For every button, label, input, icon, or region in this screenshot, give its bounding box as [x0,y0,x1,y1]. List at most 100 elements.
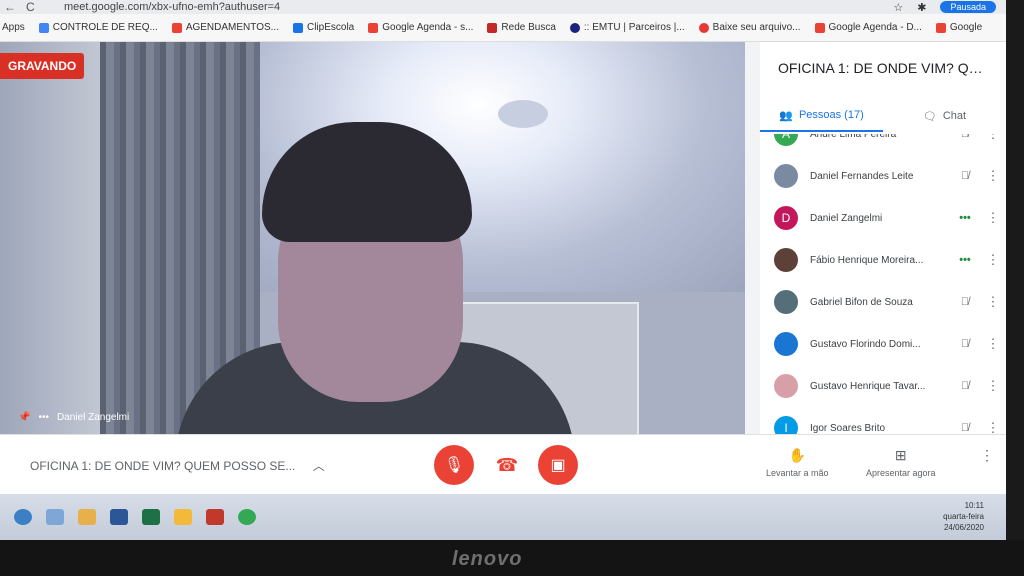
more-vert-icon[interactable]: ⋮ [980,294,1006,310]
more-vert-icon[interactable]: ⋮ [980,378,1006,394]
media-icon[interactable] [206,509,224,525]
chrome-icon[interactable] [238,509,256,525]
bookmark-item[interactable]: :: EMTU | Parceiros |... [569,22,685,33]
ceiling-lamp [498,100,548,128]
bookmarks-bar: Apps CONTROLE DE REQ... AGENDAMENTOS... … [0,14,1006,42]
meeting-title: OFICINA 1: DE ONDE VIM? QUEM POSSO SE... [30,459,296,473]
participant-name: Gabriel Bifon de Souza [810,296,913,308]
participant-row[interactable]: A Andre Lima Pereira 🎙̸⋮ [760,134,1006,155]
reload-button[interactable]: C [26,0,35,14]
tab-people[interactable]: 👥 Pessoas (17) [760,100,883,132]
more-vert-icon[interactable]: ⋮ [980,168,1006,184]
avatar [774,374,798,398]
participant-name: Andre Lima Pereira [810,134,897,140]
participant-name: Fábio Henrique Moreira... [810,254,924,266]
more-vert-icon[interactable]: ⋮ [980,210,1006,226]
participant-row[interactable]: Fábio Henrique Moreira... ••• ⋮ [760,239,1006,281]
mic-toggle-button[interactable]: 🎙 [434,445,474,485]
explorer-icon[interactable] [78,509,96,525]
participant-row[interactable]: D Daniel Zangelmi ••• ⋮ [760,197,1006,239]
ie-icon[interactable] [46,509,64,525]
emtu-icon [569,22,580,33]
avatar: A [774,134,798,146]
video-participant-name: Daniel Zangelmi [56,412,130,423]
video-name-tag: 📌 ••• Daniel Zangelmi [18,412,129,423]
side-panel: OFICINA 1: DE ONDE VIM? QUEM ... ✕ 👥 Pes… [760,42,1006,434]
background-wall [0,42,110,434]
url-field[interactable]: meet.google.com/xbx-ufno-emh?authuser=4 [64,1,893,13]
mic-off-icon[interactable]: 🎙̸ [950,296,980,308]
panel-title: OFICINA 1: DE ONDE VIM? QUEM ... [778,60,988,76]
avatar [774,248,798,272]
speaking-indicator-icon[interactable]: ••• [950,254,980,266]
tray-extra: 24/06/2020 [943,523,984,532]
bookmark-item[interactable]: Google Agenda - D... [814,22,922,33]
files-icon[interactable] [174,509,192,525]
bookmark-item[interactable]: ClipEscola [292,22,355,33]
mic-off-icon[interactable]: 🎙̸ [950,422,980,434]
bookmark-item[interactable]: Google [935,22,982,33]
bookmark-apps[interactable]: Apps [2,22,25,33]
profile-button[interactable]: Pausada [940,1,996,13]
taskbar: 10:11 quarta-feira 24/06/2020 [0,494,1006,540]
mic-off-icon[interactable]: 🎙̸ [950,380,980,392]
tab-chat[interactable]: 🗨 Chat [883,100,1006,132]
meeting-details[interactable]: OFICINA 1: DE ONDE VIM? QUEM POSSO SE...… [30,457,325,474]
excel-icon[interactable] [142,509,160,525]
clipescola-icon [292,22,303,33]
avatar: I [774,416,798,434]
word-icon[interactable] [110,509,128,525]
tray-date: quarta-feira [943,512,984,521]
bookmark-label: ClipEscola [306,22,355,33]
participant-row[interactable]: I Igor Soares Brito 🎙̸ ⋮ [760,407,1006,434]
participant-name: Igor Soares Brito [810,422,886,434]
bookmark-item[interactable]: CONTROLE DE REQ... [38,22,158,33]
participant-row[interactable]: Daniel Fernandes Leite 🎙̸ ⋮ [760,155,1006,197]
hand-icon: ✋ [788,447,806,463]
address-bar: ← C meet.google.com/xbx-ufno-emh?authuse… [0,0,1006,14]
toolbar-right: ☆ ✱ Pausada [893,1,1006,14]
video-feed[interactable]: GRAVANDO 📌 ••• Daniel Zangelmi [0,42,745,434]
chat-icon: 🗨 [922,110,937,123]
participant-row[interactable]: Gustavo Henrique Tavar... 🎙̸ ⋮ [760,365,1006,407]
camera-off-icon: ▣ [550,457,566,474]
back-button[interactable]: ← [4,0,16,14]
speaking-indicator-icon[interactable]: ••• [950,212,980,224]
leave-call-button[interactable]: ☎ [487,445,527,485]
bookmark-label: CONTROLE DE REQ... [52,22,158,33]
screen: ← C meet.google.com/xbx-ufno-emh?authuse… [0,0,1006,540]
participant-name: Gustavo Henrique Tavar... [810,380,926,392]
bookmark-item[interactable]: Baixe seu arquivo... [698,22,801,33]
participant-row[interactable]: Gustavo Florindo Domi... 🎙̸ ⋮ [760,323,1006,365]
bookmark-label: Google Agenda - s... [382,22,474,33]
pin-icon[interactable]: 📌 [18,412,30,423]
system-tray[interactable]: 10:11 quarta-feira 24/06/2020 [943,500,984,533]
bookmark-item[interactable]: Rede Busca [487,22,556,33]
participant-row[interactable]: Gabriel Bifon de Souza 🎙̸ ⋮ [760,281,1006,323]
more-vert-icon[interactable]: ⋮ [980,336,1006,352]
start-button[interactable] [14,509,32,525]
mic-off-icon[interactable]: 🎙̸ [950,338,980,350]
mic-off-icon[interactable]: 🎙̸ [950,134,980,140]
more-vert-icon[interactable]: ⋮ [980,252,1006,268]
more-vert-icon[interactable]: ⋮ [980,420,1006,434]
present-button[interactable]: ⊞ Apresentar agora [866,447,936,478]
people-icon: 👥 [779,109,793,122]
raise-hand-button[interactable]: ✋ Levantar a mão [766,447,829,478]
more-dots[interactable]: ••• [38,412,49,423]
phone-hangup-icon: ☎ [495,454,519,475]
google-icon [368,22,379,33]
camera-toggle-button[interactable]: ▣ [538,445,578,485]
star-icon[interactable]: ☆ [893,1,903,14]
bookmark-item[interactable]: Google Agenda - s... [368,22,473,33]
panel-tabs: 👥 Pessoas (17) 🗨 Chat [760,100,1006,132]
bookmark-item[interactable]: AGENDAMENTOS... [171,22,279,33]
mic-off-icon[interactable]: 🎙̸ [950,170,980,182]
more-vert-icon[interactable]: ⋮ [980,134,1006,142]
participant-list: AAndre Lima Pereira🎙̸⋮Daniel Fernandes L… [760,134,1006,434]
extension-icon[interactable]: ✱ [917,1,926,14]
more-options-button[interactable]: ⋮ [980,447,994,464]
bottom-bar: OFICINA 1: DE ONDE VIM? QUEM POSSO SE...… [0,434,1006,495]
raise-hand-label: Levantar a mão [766,468,829,478]
bookmark-label: Apps [2,22,25,33]
